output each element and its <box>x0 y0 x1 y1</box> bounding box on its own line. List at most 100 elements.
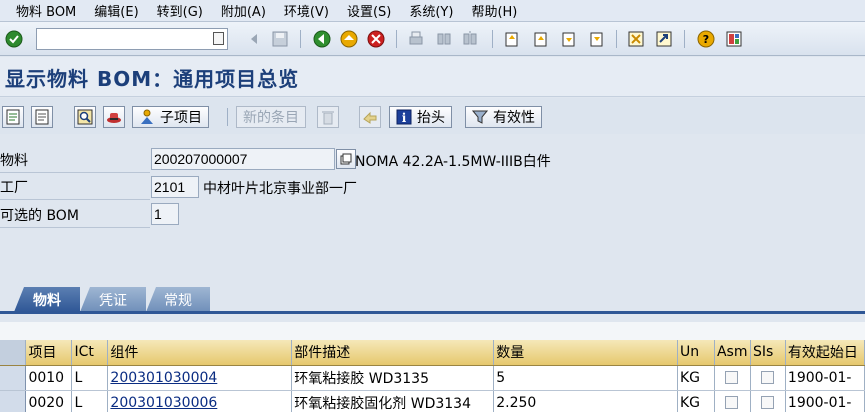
exit-icon[interactable] <box>339 29 359 49</box>
plant-field[interactable] <box>151 176 199 198</box>
where-used-button[interactable] <box>103 106 125 128</box>
new-entries-button[interactable]: 新的条目 <box>236 106 306 128</box>
document-list-icon <box>35 109 49 125</box>
help-icon[interactable]: ? <box>696 29 716 49</box>
shortcut-icon[interactable] <box>654 29 674 49</box>
application-toolbar: 子项目 新的条目 i 抬头 有效性 <box>0 98 865 134</box>
col-sub-items[interactable]: SIs <box>750 340 786 366</box>
copy-button[interactable] <box>359 106 381 128</box>
cell-item-category: L <box>71 390 109 412</box>
cell-component-link[interactable]: 200301030006 <box>107 390 293 412</box>
new-session-icon[interactable] <box>626 29 646 49</box>
alternative-bom-label: 可选的 BOM <box>0 208 79 224</box>
subitem-button[interactable]: 子项目 <box>132 106 209 128</box>
cell-sub-items <box>750 365 786 391</box>
save-icon[interactable] <box>270 29 290 49</box>
col-description[interactable]: 部件描述 <box>291 340 495 366</box>
material-field[interactable] <box>151 148 335 170</box>
cell-item: 0010 <box>25 365 73 391</box>
cancel-icon[interactable] <box>366 29 386 49</box>
assembly-checkbox[interactable] <box>724 371 738 384</box>
plant-label: 工厂 <box>0 180 28 196</box>
material-label: 物料 <box>0 153 28 169</box>
menu-help[interactable]: 帮助(H) <box>462 1 526 20</box>
display-change-button[interactable] <box>2 106 24 128</box>
info-icon: i <box>396 109 412 125</box>
detail-magnifier-icon <box>77 109 93 125</box>
assembly-checkbox[interactable] <box>724 396 738 409</box>
window-icon <box>340 153 352 165</box>
cell-unit: KG <box>677 365 715 391</box>
cell-unit: KG <box>677 390 715 412</box>
back-icon[interactable] <box>312 29 332 49</box>
first-page-icon[interactable] <box>502 29 522 49</box>
validity-button[interactable]: 有效性 <box>465 106 542 128</box>
tab-general[interactable]: 常规 <box>146 287 210 312</box>
command-history-icon[interactable] <box>213 32 224 45</box>
item-table-area: 项目 ICt 组件 部件描述 数量 Un Asm SIs 有效起始日 0010 … <box>0 322 865 412</box>
col-assembly[interactable]: Asm <box>714 340 751 366</box>
plant-description: 中材叶片北京事业部一厂 <box>203 181 357 197</box>
alternative-bom-field[interactable] <box>151 203 179 225</box>
item-detail-button[interactable] <box>74 106 96 128</box>
cell-description: 环氧粘接胶固化剂 WD3134 <box>291 390 495 412</box>
menu-environment[interactable]: 环境(V) <box>275 1 338 20</box>
cell-quantity: 2.250 <box>493 390 678 412</box>
cell-sub-items <box>750 390 786 412</box>
enter-check-icon[interactable] <box>4 29 24 49</box>
material-search-help-button[interactable] <box>336 149 356 169</box>
cell-quantity: 5 <box>493 365 678 391</box>
svg-text:?: ? <box>703 33 709 46</box>
tab-underline <box>0 311 865 314</box>
filter-icon <box>472 109 488 125</box>
print-icon[interactable] <box>406 29 426 49</box>
cell-valid-from: 1900-01- <box>785 365 865 391</box>
table-header-row: 项目 ICt 组件 部件描述 数量 Un Asm SIs 有效起始日 <box>0 340 865 366</box>
cell-component-link[interactable]: 200301030004 <box>107 365 293 391</box>
row-selector[interactable] <box>0 390 27 412</box>
col-item[interactable]: 项目 <box>25 340 73 366</box>
layout-menu-icon[interactable] <box>724 29 744 49</box>
menu-settings[interactable]: 设置(S) <box>338 1 400 20</box>
delete-button[interactable] <box>317 106 339 128</box>
col-quantity[interactable]: 数量 <box>493 340 678 366</box>
tab-material[interactable]: 物料 <box>14 287 80 312</box>
col-component[interactable]: 组件 <box>107 340 293 366</box>
standard-toolbar: ? <box>0 22 865 56</box>
table-row: 0010 L 200301030004 环氧粘接胶 WD3135 5 KG 19… <box>0 365 865 391</box>
subitem-label: 子项目 <box>160 110 202 126</box>
next-page-icon[interactable] <box>558 29 578 49</box>
command-field[interactable] <box>36 28 228 50</box>
find-next-icon[interactable] <box>460 29 480 49</box>
menu-goto[interactable]: 转到(G) <box>148 1 212 20</box>
row-selector[interactable] <box>0 365 27 391</box>
col-valid-from[interactable]: 有效起始日 <box>785 340 865 366</box>
person-tree-icon <box>139 109 155 125</box>
menu-edit[interactable]: 编辑(E) <box>85 1 147 20</box>
header-label: 抬头 <box>417 110 445 126</box>
sub-items-checkbox[interactable] <box>760 396 774 409</box>
last-page-icon[interactable] <box>586 29 606 49</box>
back-arrow-small-icon[interactable] <box>244 29 264 49</box>
menu-material-bom[interactable]: 物料 BOM <box>0 1 85 20</box>
tab-strip: 物料 凭证 常规 <box>0 285 865 312</box>
find-icon[interactable] <box>434 29 454 49</box>
previous-page-icon[interactable] <box>530 29 550 49</box>
header-button[interactable]: i 抬头 <box>389 106 452 128</box>
material-description: NOMA 42.2A-1.5MW-IIIB白件 <box>355 154 551 170</box>
menu-system[interactable]: 系统(Y) <box>400 1 462 20</box>
svg-text:i: i <box>402 111 407 125</box>
menu-extras[interactable]: 附加(A) <box>212 1 275 20</box>
cell-item: 0020 <box>25 390 73 412</box>
cell-assembly <box>714 365 751 391</box>
col-unit[interactable]: Un <box>677 340 715 366</box>
trash-icon <box>322 111 334 125</box>
other-bom-button[interactable] <box>31 106 53 128</box>
col-item-category[interactable]: ICt <box>71 340 109 366</box>
sub-items-checkbox[interactable] <box>760 371 774 384</box>
cell-item-category: L <box>71 365 109 391</box>
cell-assembly <box>714 390 751 412</box>
select-all-column[interactable] <box>0 340 27 366</box>
menu-bar: 物料 BOM 编辑(E) 转到(G) 附加(A) 环境(V) 设置(S) 系统(… <box>0 0 865 22</box>
tab-document[interactable]: 凭证 <box>80 287 146 312</box>
